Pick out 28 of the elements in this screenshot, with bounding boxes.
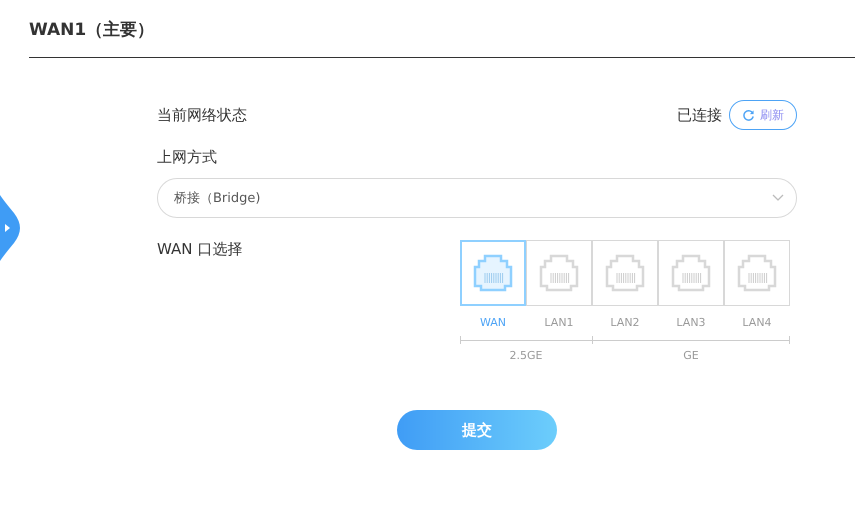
port-label: LAN4 [742, 316, 772, 329]
field-label: 当前网络状态 [157, 106, 247, 124]
ethernet-port-icon [537, 253, 581, 293]
ethernet-port-icon [735, 253, 779, 293]
port-option[interactable] [592, 240, 658, 306]
port-option[interactable] [526, 240, 592, 306]
group-label: GE [682, 349, 700, 362]
field-label: WAN 口选择 [157, 240, 242, 260]
port-label: LAN1 [544, 316, 574, 329]
group-label: 2.5GE [508, 349, 544, 362]
section-title: WAN1（主要） [29, 19, 154, 41]
port-option[interactable] [658, 240, 724, 306]
port-label: WAN [480, 316, 506, 329]
chevron-down-icon [772, 194, 784, 202]
port-label: LAN3 [676, 316, 706, 329]
port-option[interactable] [460, 240, 526, 306]
ethernet-port-icon [471, 253, 515, 293]
port-option[interactable] [724, 240, 790, 306]
sidebar-toggle-icon[interactable] [0, 195, 20, 261]
refresh-icon [742, 108, 755, 122]
mode-select[interactable]: 桥接（Bridge) [157, 178, 797, 218]
port-label: LAN2 [610, 316, 640, 329]
refresh-button[interactable]: 刷新 [729, 100, 797, 130]
status-text: 已连接 [677, 106, 722, 124]
ethernet-port-icon [603, 253, 647, 293]
ethernet-port-icon [669, 253, 713, 293]
field-label: 上网方式 [157, 148, 218, 167]
submit-button[interactable]: 提交 [397, 410, 557, 450]
